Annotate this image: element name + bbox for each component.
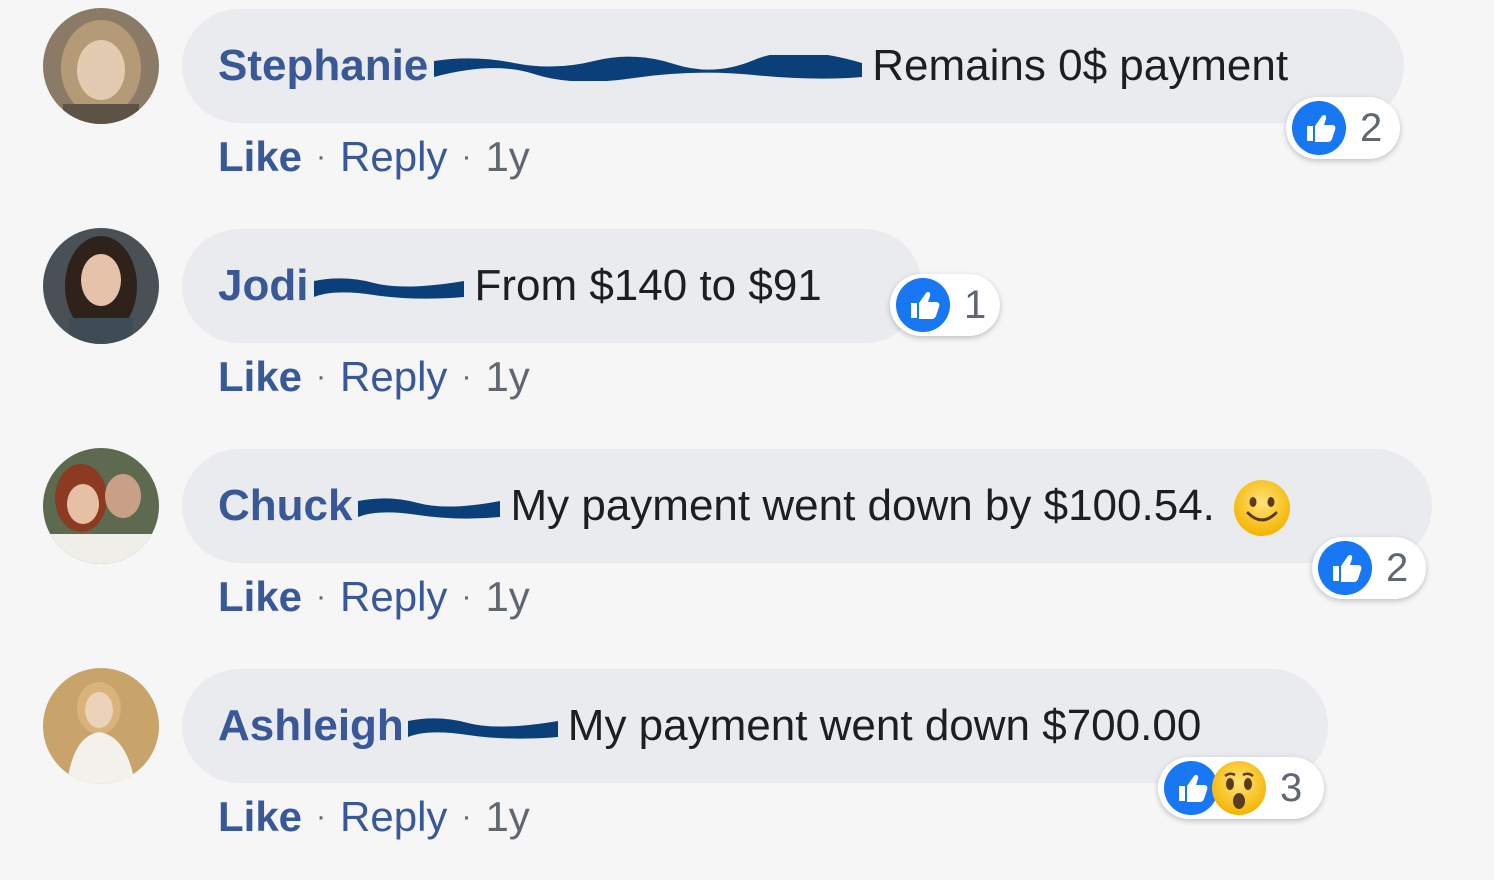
- avatar[interactable]: [43, 8, 159, 124]
- redacted-surname: [358, 495, 501, 521]
- reply-link[interactable]: Reply: [340, 353, 447, 401]
- separator: ·: [316, 800, 327, 833]
- separator: ·: [316, 360, 327, 393]
- timestamp[interactable]: 1y: [485, 573, 529, 621]
- timestamp[interactable]: 1y: [485, 353, 529, 401]
- comment: Chuck My payment went down by $100.54. L…: [0, 440, 1494, 660]
- reaction-summary[interactable]: 3: [1158, 757, 1324, 819]
- avatar[interactable]: [43, 668, 159, 784]
- reply-link[interactable]: Reply: [340, 133, 447, 181]
- like-link[interactable]: Like: [218, 573, 302, 621]
- comment-text: Remains 0$ payment: [872, 41, 1289, 90]
- timestamp[interactable]: 1y: [485, 133, 529, 181]
- avatar[interactable]: [43, 448, 159, 564]
- comment-actions: Like · Reply · 1y: [218, 572, 530, 622]
- timestamp[interactable]: 1y: [485, 793, 529, 841]
- wow-icon: [1212, 761, 1266, 815]
- reaction-count: 3: [1280, 765, 1303, 810]
- comment-bubble: Stephanie Remains 0$ payment: [182, 9, 1404, 123]
- commenter-name[interactable]: Chuck: [218, 484, 352, 528]
- comment-bubble: Ashleigh My payment went down $700.00: [182, 669, 1328, 783]
- smiley-emoji: [1233, 479, 1291, 537]
- separator: ·: [461, 580, 472, 613]
- reaction-summary[interactable]: 1: [890, 274, 1000, 336]
- redacted-surname: [314, 275, 465, 301]
- like-icon: [1164, 761, 1218, 815]
- separator: ·: [316, 580, 327, 613]
- reaction-count: 2: [1360, 105, 1383, 150]
- comment-bubble: Jodi From $140 to $91: [182, 229, 922, 343]
- like-link[interactable]: Like: [218, 133, 302, 181]
- commenter-name[interactable]: Stephanie: [218, 44, 428, 88]
- comment-actions: Like · Reply · 1y: [218, 792, 530, 842]
- separator: ·: [461, 360, 472, 393]
- reaction-summary[interactable]: 2: [1286, 97, 1400, 159]
- separator: ·: [461, 140, 472, 173]
- comment: Stephanie Remains 0$ payment Like · Repl…: [0, 0, 1494, 220]
- reply-link[interactable]: Reply: [340, 573, 447, 621]
- reaction-count: 1: [964, 282, 987, 327]
- comment-text: My payment went down $700.00: [567, 701, 1202, 750]
- comment-text: From $140 to $91: [474, 261, 822, 310]
- like-icon: [1292, 101, 1346, 155]
- like-link[interactable]: Like: [218, 353, 302, 401]
- comment: Jodi From $140 to $91 Like · Reply · 1y …: [0, 220, 1494, 440]
- reply-link[interactable]: Reply: [340, 793, 447, 841]
- redacted-surname: [434, 55, 863, 81]
- separator: ·: [316, 140, 327, 173]
- like-link[interactable]: Like: [218, 793, 302, 841]
- separator: ·: [461, 800, 472, 833]
- like-icon: [896, 278, 950, 332]
- comment: Ashleigh My payment went down $700.00 Li…: [0, 660, 1494, 880]
- comment-text: My payment went down by $100.54.: [510, 481, 1215, 530]
- comment-actions: Like · Reply · 1y: [218, 352, 530, 402]
- like-icon: [1318, 541, 1372, 595]
- reaction-summary[interactable]: 2: [1312, 537, 1426, 599]
- reaction-count: 2: [1386, 545, 1409, 590]
- commenter-name[interactable]: Jodi: [218, 264, 308, 308]
- redacted-surname: [407, 715, 558, 741]
- comment-bubble: Chuck My payment went down by $100.54.: [182, 449, 1432, 563]
- avatar[interactable]: [43, 228, 159, 344]
- commenter-name[interactable]: Ashleigh: [218, 704, 404, 748]
- comment-actions: Like · Reply · 1y: [218, 132, 530, 182]
